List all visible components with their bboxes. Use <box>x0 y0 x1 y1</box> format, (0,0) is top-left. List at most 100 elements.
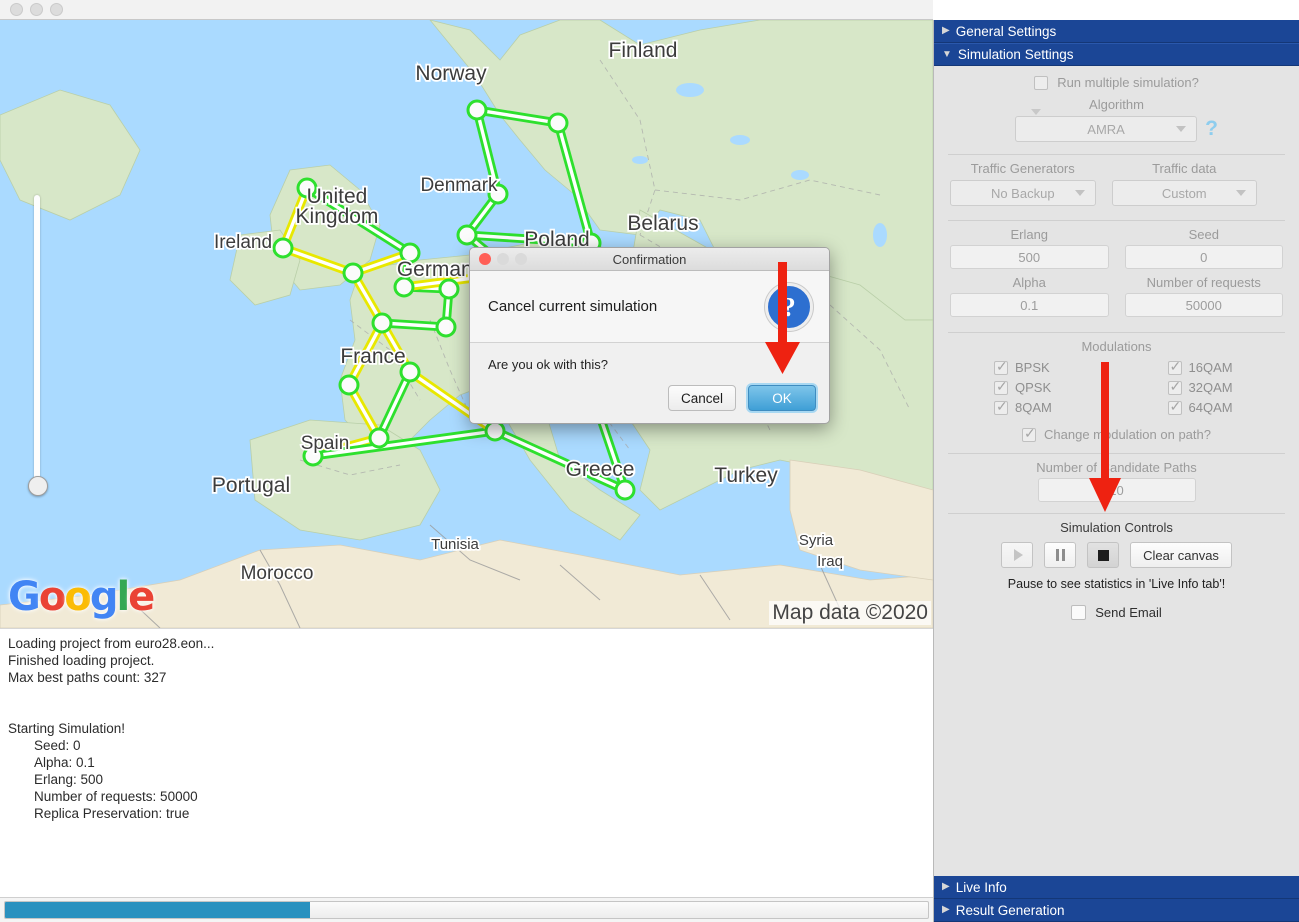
modulation-checkbox[interactable] <box>994 358 1008 375</box>
modulation-checkbox[interactable] <box>1167 398 1182 415</box>
algorithm-help-icon[interactable]: ? <box>1205 116 1218 142</box>
logo-letter: o <box>38 574 67 620</box>
traffic-generators-select[interactable]: No Backup <box>950 180 1096 206</box>
divider <box>948 453 1285 454</box>
algorithm-select[interactable]: AMRA <box>1015 116 1198 142</box>
algorithm-value: AMRA <box>1087 121 1125 137</box>
country-label: France <box>340 345 405 368</box>
network-node[interactable] <box>614 479 636 501</box>
maximize-window-button[interactable] <box>50 3 63 16</box>
dialog-cancel-button[interactable]: Cancel <box>668 385 736 411</box>
change-modulation-checkbox[interactable] <box>1022 425 1037 442</box>
accordion-simulation-settings[interactable]: ▼ Simulation Settings <box>934 43 1299 66</box>
modulation-option[interactable]: QPSK <box>994 378 1118 395</box>
google-logo: Google <box>8 574 155 620</box>
bottom-accordions: ▶ Live Info ▶ Result Generation <box>934 876 1299 922</box>
modulation-label: QPSK <box>1015 380 1052 395</box>
seed-label: Seed <box>1188 227 1219 242</box>
network-node[interactable] <box>371 312 393 334</box>
candidate-paths-label: Number of Candidate Paths <box>1036 460 1197 475</box>
log-line: Alpha: 0.1 <box>34 755 95 770</box>
play-icon <box>1013 549 1023 561</box>
log-console[interactable]: Loading project from euro28.eon... Finish… <box>0 628 933 890</box>
number-of-requests-label: Number of requests <box>1146 275 1261 290</box>
network-node[interactable] <box>342 262 364 284</box>
candidate-paths-value: 10 <box>1109 482 1124 498</box>
accordion-result-generation-label: Result Generation <box>955 902 1065 918</box>
modulation-option[interactable]: 32QAM <box>1167 378 1292 395</box>
send-email-checkbox[interactable] <box>1071 605 1087 620</box>
modulations-title: Modulations <box>1081 339 1152 354</box>
network-node[interactable] <box>435 316 457 338</box>
minimize-window-button[interactable] <box>30 3 43 16</box>
network-node[interactable] <box>466 99 488 121</box>
network-node[interactable] <box>368 427 390 449</box>
erlang-value: 500 <box>1018 249 1041 265</box>
dialog-ok-label: OK <box>772 390 792 406</box>
alpha-input[interactable]: 0.1 <box>950 293 1109 317</box>
dialog-submessage: Are you ok with this? <box>488 357 608 372</box>
chevron-down-icon <box>1176 126 1187 132</box>
erlang-label: Erlang <box>1010 227 1049 242</box>
country-label: Tunisia <box>431 536 479 553</box>
close-window-button[interactable] <box>10 3 23 16</box>
country-label: Turkey <box>714 464 778 487</box>
dialog-ok-button[interactable]: OK <box>748 385 816 411</box>
modulation-option[interactable]: 16QAM <box>1167 358 1292 375</box>
seed-input[interactable]: 0 <box>1124 245 1283 269</box>
clear-canvas-label: Clear canvas <box>1143 547 1219 563</box>
alpha-value: 0.1 <box>1020 297 1039 313</box>
progress-fill <box>5 902 310 918</box>
log-line: Erlang: 500 <box>34 772 104 787</box>
logo-letter: l <box>116 574 130 620</box>
send-email-row[interactable]: Send Email <box>934 605 1299 620</box>
play-button[interactable] <box>1001 542 1034 568</box>
network-node[interactable] <box>484 420 506 442</box>
dialog-minimize-button[interactable] <box>497 253 509 265</box>
network-node[interactable] <box>456 224 478 246</box>
modulation-option[interactable]: 8QAM <box>994 398 1118 415</box>
modulation-option[interactable]: 64QAM <box>1167 398 1292 415</box>
logo-letter: o <box>64 574 92 620</box>
dialog-titlebar: Confirmation <box>470 248 829 271</box>
simulation-settings-body: Run multiple simulation? Algorithm AMRA … <box>934 66 1299 620</box>
algorithm-ghost-caret-icon <box>1031 109 1042 115</box>
log-line: Replica Preservation: true <box>34 806 190 821</box>
number-of-requests-input[interactable]: 50000 <box>1124 293 1283 317</box>
candidate-paths-input[interactable]: 10 <box>1037 478 1196 502</box>
modulation-checkbox[interactable] <box>1167 358 1182 375</box>
country-label: Denmark <box>420 175 498 196</box>
stop-button[interactable] <box>1087 542 1120 568</box>
zoom-slider-handle[interactable] <box>28 476 48 496</box>
dialog-maximize-button[interactable] <box>515 253 527 265</box>
clear-canvas-button[interactable]: Clear canvas <box>1130 542 1232 568</box>
modulation-checkbox[interactable] <box>994 378 1008 395</box>
dialog-close-button[interactable] <box>479 253 491 265</box>
divider <box>948 513 1285 514</box>
accordion-live-info[interactable]: ▶ Live Info <box>934 876 1299 899</box>
network-node[interactable] <box>438 278 460 300</box>
zoom-slider-track[interactable] <box>34 195 40 490</box>
network-node[interactable] <box>338 374 360 396</box>
accordion-general-settings[interactable]: ▶ General Settings <box>934 20 1299 43</box>
confirmation-dialog: Confirmation Cancel current simulation ?… <box>469 247 830 424</box>
modulation-option[interactable]: BPSK <box>994 358 1118 375</box>
country-label: Ireland <box>214 232 272 253</box>
country-label: Portugal <box>212 474 290 497</box>
modulation-checkbox[interactable] <box>1167 378 1182 395</box>
network-node[interactable] <box>272 237 294 259</box>
network-node[interactable] <box>547 112 569 134</box>
dialog-message-area: Cancel current simulation ? <box>470 271 829 343</box>
run-multiple-checkbox[interactable] <box>1034 75 1049 90</box>
accordion-general-settings-label: General Settings <box>955 23 1057 39</box>
modulation-checkbox[interactable] <box>994 398 1008 415</box>
stop-icon <box>1097 549 1109 561</box>
country-label: Morocco <box>241 563 314 584</box>
erlang-input[interactable]: 500 <box>950 245 1109 269</box>
traffic-data-value: Custom <box>1161 185 1207 201</box>
accordion-result-generation[interactable]: ▶ Result Generation <box>934 899 1299 922</box>
accordion-live-info-label: Live Info <box>955 879 1007 895</box>
traffic-data-select[interactable]: Custom <box>1111 180 1257 206</box>
map-zoom-slider[interactable] <box>28 195 48 496</box>
pause-button[interactable] <box>1044 542 1077 568</box>
